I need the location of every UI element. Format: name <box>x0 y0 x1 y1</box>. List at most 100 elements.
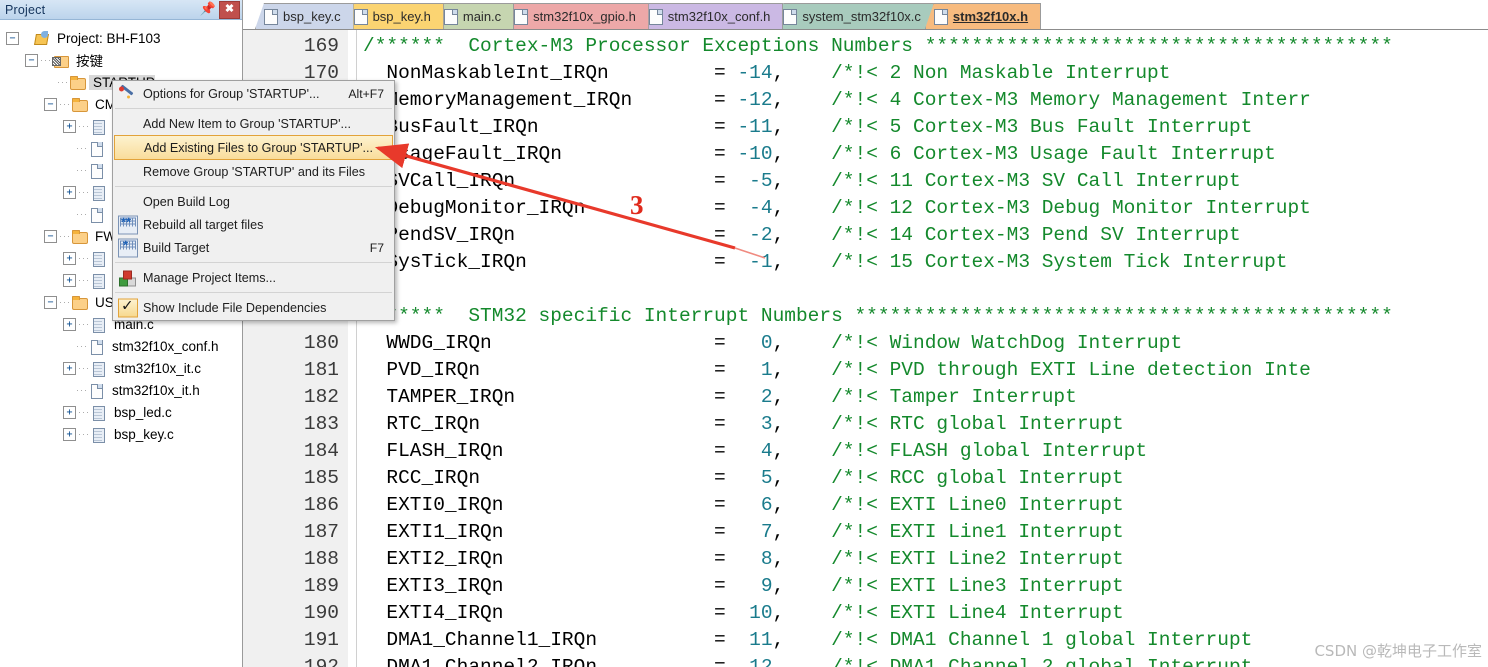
group-context-menu[interactable]: Options for Group 'STARTUP'... Alt+F7 Add … <box>112 80 395 321</box>
tree-connector: ··· <box>78 429 90 439</box>
tree-item[interactable]: + ··· stm32f10x_it.c <box>0 357 242 379</box>
tree-connector: ··· <box>59 99 71 109</box>
editor-tab-label: stm32f10x_conf.h <box>667 9 771 24</box>
expand-icon[interactable]: + <box>63 427 76 441</box>
menu-item-options-for-group-startup[interactable]: Options for Group 'STARTUP'... Alt+F7 <box>113 82 394 105</box>
h-file-icon <box>88 163 105 179</box>
collapse-icon[interactable]: − <box>44 295 57 309</box>
editor-tabstrip[interactable]: bsp_key.c bsp_key.h main.c stm32f10x_gpio.h… <box>243 0 1488 30</box>
tree-item[interactable]: ··· stm32f10x_conf.h <box>0 335 242 357</box>
project-icon <box>33 30 50 46</box>
code-line-text: PendSV_IRQn = -2, /*!< 14 Cortex-M3 Pend… <box>363 224 1241 246</box>
tree-connector: ··· <box>78 319 90 329</box>
editor-tab-stm32f10x-h[interactable]: stm32f10x.h <box>924 3 1042 29</box>
target-icon <box>52 53 69 68</box>
tree-item[interactable]: − ··· 按键 <box>0 49 242 71</box>
editor-tab-main-c[interactable]: main.c <box>434 3 515 29</box>
build-icon <box>118 237 138 257</box>
collapse-icon[interactable]: − <box>6 31 19 45</box>
tree-item-label: stm32f10x_conf.h <box>112 338 219 354</box>
h-file-icon <box>88 339 105 355</box>
code-line-text: SysTick_IRQn = -1, /*!< 15 Cortex-M3 Sys… <box>363 251 1288 273</box>
expand-icon[interactable]: + <box>63 251 76 265</box>
collapse-icon[interactable]: − <box>44 97 57 111</box>
editor-tab-system-stm32f10x-c[interactable]: system_stm32f10x.c <box>774 3 934 29</box>
code-line: 182 TAMPER_IRQn = 2, /*!< Tamper Interru… <box>243 384 1488 411</box>
code-line: 172 BusFault_IRQn = -11, /*!< 5 Cortex-M… <box>243 114 1488 141</box>
editor-tab-stm32f10x-gpio-h[interactable]: stm32f10x_gpio.h <box>505 3 649 29</box>
menu-item-add-existing-files-to-group-startup[interactable]: Add Existing Files to Group 'STARTUP'... <box>114 135 393 160</box>
editor-area: bsp_key.c bsp_key.h main.c stm32f10x_gpio.h… <box>243 0 1488 667</box>
expand-icon[interactable]: + <box>63 405 76 419</box>
menu-item-build-target[interactable]: Build Target F7 <box>113 236 394 259</box>
tree-item[interactable]: + ··· bsp_key.c <box>0 423 242 445</box>
tree-item-label: bsp_led.c <box>114 404 172 420</box>
code-line-text: MemoryManagement_IRQn = -12, /*!< 4 Cort… <box>363 89 1311 111</box>
tree-connector: ··· <box>78 363 90 373</box>
menu-item-add-new-item-to-group-startup[interactable]: Add New Item to Group 'STARTUP'... <box>113 112 394 135</box>
expand-icon[interactable]: + <box>63 273 76 287</box>
tree-item[interactable]: + ··· bsp_led.c <box>0 401 242 423</box>
expand-icon[interactable]: + <box>63 185 76 199</box>
csdn-watermark: CSDN @乾坤电子工作室 <box>1314 642 1482 660</box>
editor-tab-stm32f10x-conf-h[interactable]: stm32f10x_conf.h <box>639 3 784 29</box>
code-line-text: DMA1_Channel2_IRQn = 12, /*!< DMA1 Chann… <box>363 656 1253 667</box>
code-line-text: EXTI4_IRQn = 10, /*!< EXTI Line4 Interru… <box>363 602 1124 624</box>
menu-item-show-include-file-dependencies[interactable]: Show Include File Dependencies <box>113 296 394 319</box>
collapse-icon[interactable]: − <box>44 229 57 243</box>
menu-item-label: Rebuild all target files <box>143 217 264 232</box>
tree-item-label: Project: BH-F103 <box>57 30 161 46</box>
tree-item[interactable]: − Project: BH-F103 <box>0 27 242 49</box>
collapse-icon[interactable]: − <box>25 53 38 67</box>
code-line: 179/****** STM32 specific Interrupt Numb… <box>243 303 1488 330</box>
line-number: 189 <box>303 575 339 597</box>
editor-tab-label: bsp_key.h <box>372 9 431 24</box>
code-line-text: RCC_IRQn = 5, /*!< RCC global Interrupt <box>363 467 1124 489</box>
menu-separator <box>115 186 392 187</box>
line-number: 191 <box>303 629 339 651</box>
code-line: 184 FLASH_IRQn = 4, /*!< FLASH global In… <box>243 438 1488 465</box>
code-line-text: WWDG_IRQn = 0, /*!< Window WatchDog Inte… <box>363 332 1183 354</box>
folder-icon <box>69 75 86 90</box>
editor-tab-bsp-key-c[interactable]: bsp_key.c <box>255 3 354 29</box>
expand-icon[interactable]: + <box>63 317 76 331</box>
code-line: 190 EXTI4_IRQn = 10, /*!< EXTI Line4 Int… <box>243 600 1488 627</box>
menu-item-manage-project-items[interactable]: Manage Project Items... <box>113 266 394 289</box>
tree-item-label: stm32f10x_it.h <box>112 382 200 398</box>
folder-icon <box>71 229 88 244</box>
code-line: 175 DebugMonitor_IRQn = -4, /*!< 12 Cort… <box>243 195 1488 222</box>
code-line: 176 PendSV_IRQn = -2, /*!< 14 Cortex-M3 … <box>243 222 1488 249</box>
editor-tab-label: bsp_key.c <box>283 9 341 24</box>
tree-item[interactable]: ··· stm32f10x_it.h <box>0 379 242 401</box>
menu-separator <box>115 292 392 293</box>
menu-item-open-build-log[interactable]: Open Build Log <box>113 190 394 213</box>
menu-item-rebuild-all-target-files[interactable]: Rebuild all target files <box>113 213 394 236</box>
menu-item-label: Remove Group 'STARTUP' and its Files <box>143 164 366 179</box>
code-line-text: SVCall_IRQn = -5, /*!< 11 Cortex-M3 SV C… <box>363 170 1241 192</box>
tree-connector: ··· <box>76 209 88 219</box>
pin-icon[interactable]: 📌 <box>200 2 216 18</box>
code-line: 188 EXTI2_IRQn = 8, /*!< EXTI Line2 Inte… <box>243 546 1488 573</box>
code-line: 189 EXTI3_IRQn = 9, /*!< EXTI Line3 Inte… <box>243 573 1488 600</box>
menu-item-label: Manage Project Items... <box>143 270 276 285</box>
expand-icon[interactable]: + <box>63 119 76 133</box>
editor-tab-label: main.c <box>462 9 502 24</box>
rebuild-icon <box>118 214 138 234</box>
code-line: 187 EXTI1_IRQn = 7, /*!< EXTI Line1 Inte… <box>243 519 1488 546</box>
wand-icon <box>118 85 136 102</box>
menu-item-remove-group-startup-and-its-files[interactable]: Remove Group 'STARTUP' and its Files <box>113 160 394 183</box>
code-line: 183 RTC_IRQn = 3, /*!< RTC global Interr… <box>243 411 1488 438</box>
tree-connector: ··· <box>76 165 88 175</box>
h-file-icon <box>88 383 105 399</box>
c-file-icon <box>90 317 107 333</box>
code-editor[interactable]: 169 /****** Cortex-M3 Processor Exception… <box>243 30 1488 667</box>
close-icon[interactable]: ✖ <box>219 0 240 19</box>
code-line-text: EXTI0_IRQn = 6, /*!< EXTI Line0 Interrup… <box>363 494 1124 516</box>
editor-tab-bsp-key-h[interactable]: bsp_key.h <box>344 3 444 29</box>
tree-connector: ··· <box>76 341 88 351</box>
tree-connector: ··· <box>78 407 90 417</box>
expand-icon[interactable]: + <box>63 361 76 375</box>
c-file-icon <box>90 185 107 201</box>
line-number: 187 <box>303 521 339 543</box>
